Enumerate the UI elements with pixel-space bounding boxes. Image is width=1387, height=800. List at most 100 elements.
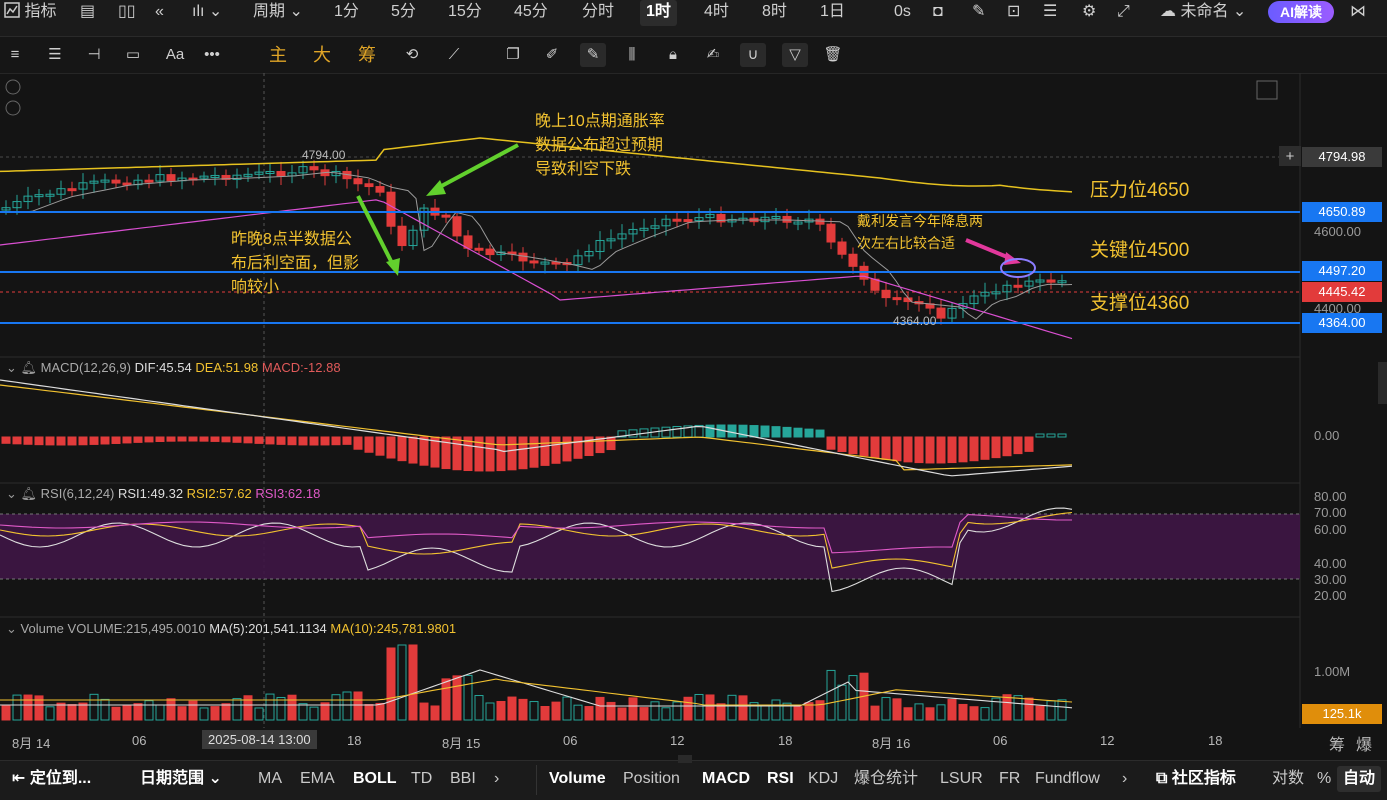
settings-icon[interactable]: ⚙ (1082, 0, 1096, 26)
layout-icon[interactable]: ▯▯ (118, 0, 136, 26)
chart-icon (4, 2, 20, 18)
brush-icon[interactable]: ✎ (580, 43, 606, 67)
note-icon[interactable]: ✍ (703, 43, 723, 67)
replay-icon[interactable]: ⟲ (402, 43, 422, 67)
share-icon[interactable]: ⋈ (1350, 0, 1366, 26)
volume-bar (826, 669, 836, 721)
cross-line-icon[interactable]: ⊣ (84, 43, 104, 67)
ruler-icon[interactable]: ✐ (542, 43, 562, 67)
indicator-ma[interactable]: MA (258, 769, 282, 789)
rectangle-icon[interactable]: ▭ (123, 43, 143, 67)
date-range-dropdown[interactable]: 日期范围 ⌄ (140, 769, 222, 789)
interval-1h[interactable]: 1时 (640, 0, 677, 26)
macd-bar (936, 436, 946, 464)
rewind-icon[interactable]: « (155, 0, 164, 26)
collapse-icon[interactable]: ⌄ (6, 360, 17, 375)
pencil-icon[interactable]: ✎ (972, 0, 985, 26)
maximize-icon[interactable] (1256, 80, 1278, 100)
text-tool-button[interactable]: Aa (162, 43, 188, 67)
volume-bar (111, 706, 121, 721)
filter-icon[interactable]: ▽ (782, 43, 808, 67)
chevron-right-icon[interactable]: › (494, 769, 499, 789)
volume-bar (584, 706, 594, 721)
macd-bar (144, 436, 154, 443)
indicator-td[interactable]: TD (411, 769, 432, 789)
sub-macd[interactable]: MACD (702, 769, 750, 789)
lock-icon[interactable]: 🔒︎ (663, 43, 683, 67)
camera-icon[interactable]: ◘ (933, 0, 943, 26)
candle-type-icon[interactable]: ılı ⌄ (192, 0, 222, 26)
magnet-icon[interactable]: ∪ (740, 43, 766, 67)
interval-45m[interactable]: 45分 (514, 0, 548, 26)
measure-icon[interactable]: ⟋ (444, 43, 464, 67)
locate-button[interactable]: ⇤ 定位到... (12, 769, 91, 789)
chip-button[interactable]: 筹 (1329, 731, 1345, 755)
interval-1m[interactable]: 1分 (334, 0, 359, 26)
macd-bar (540, 436, 550, 466)
collapse-icon[interactable]: ⌄ (6, 621, 17, 636)
indicator-bbi[interactable]: BBI (450, 769, 476, 789)
copy-icon[interactable]: ❐ (503, 43, 523, 67)
indicator-ema[interactable]: EMA (300, 769, 335, 789)
macd-bar (100, 436, 110, 445)
collapse-toggle[interactable] (5, 79, 21, 95)
interval-8h[interactable]: 8时 (762, 0, 787, 26)
layout-save-dropdown[interactable]: ☁ 未命名 ⌄ (1160, 0, 1246, 26)
add-window-icon[interactable]: ⊡ (1007, 0, 1020, 26)
sub-liquidation[interactable]: 爆仓统计 (854, 769, 918, 789)
big-tool-button[interactable]: 大 (311, 43, 333, 67)
interval-timeshare[interactable]: 分时 (582, 0, 614, 26)
rsi2-value: RSI2:57.62 (186, 486, 252, 501)
x-label: 18 (1208, 733, 1223, 748)
auto-scale-toggle[interactable]: 自动 (1337, 766, 1382, 792)
candles-icon[interactable]: ⫼ (622, 43, 642, 67)
alert-bell-icon[interactable]: 🔔︎ (21, 486, 38, 501)
interval-4h[interactable]: 4时 (704, 0, 729, 26)
volume-bar (441, 678, 451, 721)
alert-bell-icon[interactable]: 🔔︎ (21, 360, 38, 375)
volume-bar (188, 700, 198, 721)
drawing-toolbar: ≡ ☰ ⊣ ▭ Aa ••• 主 大 筹 ⟲ ⟋ ❐ ✐ ✎ ⫼ 🔒︎ ✍ ∪ … (0, 37, 1387, 74)
expand-toggle[interactable] (5, 100, 21, 116)
interval-5m[interactable]: 5分 (391, 0, 416, 26)
trash-icon[interactable]: 🗑︎ (823, 43, 843, 67)
sub-fr[interactable]: FR (999, 769, 1020, 789)
indicator-boll[interactable]: BOLL (353, 769, 397, 789)
menu-icon[interactable]: ≡ (5, 43, 25, 67)
percent-scale-toggle[interactable]: % (1317, 769, 1331, 789)
macd-bar (166, 436, 176, 442)
volume-bar (1024, 697, 1034, 721)
rsi-tick-40: 40.00 (1314, 556, 1347, 571)
macd-bar (1057, 433, 1067, 438)
liquidation-button[interactable]: 爆 (1356, 731, 1372, 755)
annotation-line: 昨晚8点半数据公 (231, 231, 352, 248)
calendar-icon[interactable]: ▤ (80, 0, 95, 26)
chip-tool-button[interactable]: 筹 (356, 43, 378, 67)
locate-label: 定位到... (29, 770, 92, 787)
horizontal-lines-icon[interactable]: ☰ (45, 43, 65, 67)
collapse-icon[interactable]: ⌄ (6, 486, 17, 501)
ai-interpret-button[interactable]: AI解读 (1268, 1, 1334, 23)
more-icon[interactable]: ••• (202, 43, 222, 67)
panel-handle[interactable] (678, 755, 692, 763)
chevron-right-icon[interactable]: › (1122, 769, 1127, 789)
indicators-button[interactable]: 指标 (4, 0, 56, 26)
fullscreen-icon[interactable]: ⤢ (1117, 0, 1130, 26)
community-indicators-button[interactable]: ⧉ 社区指标 (1156, 769, 1236, 789)
volume-bar (980, 707, 990, 721)
sub-lsur[interactable]: LSUR (940, 769, 983, 789)
list-icon[interactable]: ☰ (1043, 0, 1057, 26)
annotation-line: 次左右比较合适 (857, 235, 955, 251)
side-panel-handle[interactable] (1378, 362, 1387, 404)
interval-1d[interactable]: 1日 (820, 0, 845, 26)
sub-position[interactable]: Position (623, 769, 680, 789)
sub-kdj[interactable]: KDJ (808, 769, 838, 789)
sub-volume[interactable]: Volume (549, 769, 606, 789)
sub-rsi[interactable]: RSI (767, 769, 794, 789)
log-scale-toggle[interactable]: 对数 (1272, 769, 1304, 789)
price-tag-current: 4445.42 (1302, 282, 1382, 302)
interval-15m[interactable]: 15分 (448, 0, 482, 26)
period-dropdown[interactable]: 周期 ⌄ (253, 0, 303, 26)
sub-fundflow[interactable]: Fundflow (1035, 769, 1100, 789)
main-tool-button[interactable]: 主 (267, 43, 289, 67)
